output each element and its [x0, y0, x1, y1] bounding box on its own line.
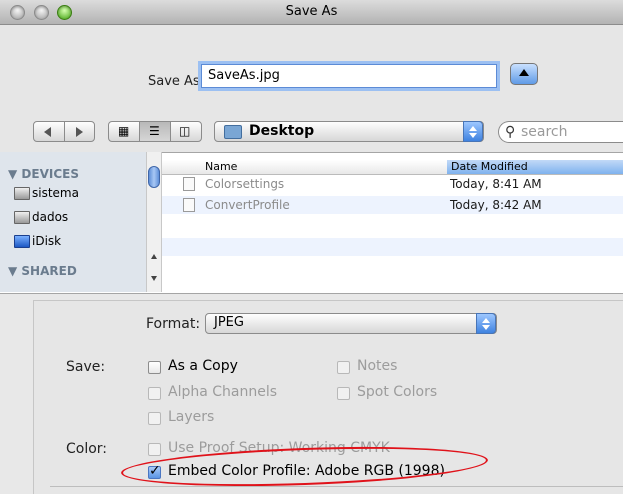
- search-icon: ⚲: [505, 124, 516, 140]
- notes-checkbox[interactable]: [337, 361, 350, 374]
- use-proof-setup-checkbox[interactable]: [148, 443, 161, 456]
- popup-arrows-icon: [463, 121, 483, 142]
- file-date: Today, 8:42 AM: [450, 198, 542, 212]
- folder-icon: [224, 125, 242, 139]
- chevron-up-icon: [519, 69, 529, 76]
- column-view-icon[interactable]: ◫: [179, 125, 190, 138]
- sidebar-item-idisk[interactable]: iDisk: [14, 234, 61, 248]
- sidebar-devices-header[interactable]: ▼ DEVICES: [8, 167, 79, 181]
- format-value: JPEG: [214, 315, 244, 330]
- idisk-icon: [14, 235, 30, 248]
- sidebar-shared-header[interactable]: ▼ SHARED: [8, 264, 77, 278]
- hard-disk-icon: [14, 187, 30, 200]
- file-date: Today, 8:41 AM: [450, 177, 542, 191]
- file-name: Colorsettings: [205, 177, 285, 191]
- save-as-label: Save As:: [148, 74, 205, 89]
- layers-label: Layers: [168, 409, 215, 425]
- collapse-button[interactable]: [510, 63, 538, 85]
- sidebar-item-sistema[interactable]: sistema: [14, 186, 79, 200]
- location-label: Desktop: [249, 123, 315, 139]
- color-label: Color:: [66, 441, 108, 457]
- location-popup[interactable]: Desktop: [214, 121, 484, 142]
- hard-disk-icon: [14, 211, 30, 224]
- list-view-icon[interactable]: ☰: [149, 125, 160, 138]
- search-placeholder: search: [521, 124, 568, 140]
- file-name: ConvertProfile: [205, 198, 290, 212]
- document-icon: [183, 177, 195, 191]
- document-icon: [183, 198, 195, 212]
- spot-colors-label: Spot Colors: [357, 384, 438, 400]
- save-label: Save:: [66, 359, 106, 375]
- view-mode-control[interactable]: ▦ ☰ ◫: [108, 121, 202, 142]
- back-arrow-icon[interactable]: [44, 127, 51, 137]
- alpha-channels-label: Alpha Channels: [168, 384, 278, 400]
- column-header-date[interactable]: Date Modified: [447, 160, 623, 174]
- notes-label: Notes: [357, 358, 398, 374]
- forward-arrow-icon[interactable]: [76, 127, 83, 137]
- icon-view-icon[interactable]: ▦: [118, 125, 129, 138]
- window-title: Save As: [285, 4, 338, 19]
- back-forward-control[interactable]: [33, 121, 95, 142]
- popup-arrows-icon: [476, 313, 496, 334]
- scroll-up-icon[interactable]: [151, 254, 157, 259]
- sidebar-item-dados[interactable]: dados: [14, 210, 68, 224]
- save-as-input[interactable]: SaveAs.jpg: [201, 64, 497, 88]
- column-header-name[interactable]: Name: [205, 160, 237, 173]
- format-select[interactable]: JPEG: [205, 313, 497, 334]
- list-row-empty: [162, 238, 623, 256]
- alpha-channels-checkbox[interactable]: [148, 387, 161, 400]
- scrollbar-thumb[interactable]: [148, 166, 160, 188]
- search-input[interactable]: ⚲ search: [498, 121, 623, 143]
- format-label: Format:: [146, 316, 201, 332]
- divider: [50, 486, 623, 487]
- spot-colors-checkbox[interactable]: [337, 387, 350, 400]
- as-a-copy-checkbox[interactable]: [148, 361, 161, 374]
- scroll-down-icon[interactable]: [151, 276, 157, 281]
- as-a-copy-label: As a Copy: [168, 358, 238, 374]
- layers-checkbox[interactable]: [148, 412, 161, 425]
